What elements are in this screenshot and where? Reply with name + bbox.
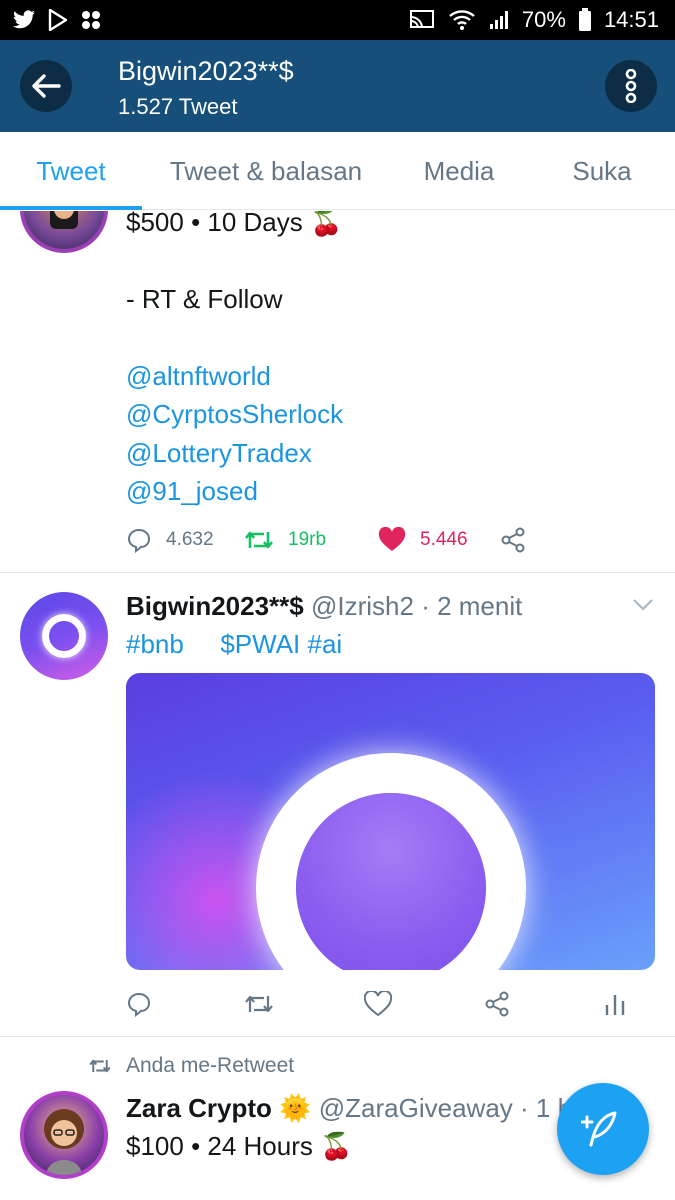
mention-link[interactable]: @altnftworld (126, 361, 271, 392)
cast-icon (409, 10, 434, 29)
share-icon (501, 527, 525, 553)
tweet-text-line: $100 • 24 Hours 🍒 (126, 1131, 353, 1161)
divider (0, 572, 675, 573)
battery-percent: 70% (521, 7, 566, 32)
battery-icon (578, 8, 591, 31)
tweet-count: 1.527 Tweet (118, 94, 238, 119)
author-handle[interactable]: @Izrish2 (311, 591, 414, 621)
tab-likes[interactable]: Suka (540, 132, 664, 210)
hashtag-link[interactable]: #ai (308, 629, 343, 659)
profile-tabs: Tweet Tweet & balasan Media Suka (0, 132, 675, 210)
tweet-header: Bigwin2023**$ @Izrish2 · 2 menit (126, 591, 522, 622)
twitter-icon (13, 10, 35, 29)
cashtag-link[interactable]: $PWAI (220, 629, 300, 659)
reply-icon (127, 528, 151, 553)
chevron-down-icon[interactable] (632, 598, 654, 612)
tweet-feed[interactable]: $500 • 10 Days 🍒 - RT & Follow @altnftwo… (0, 211, 675, 1200)
tweet-header: Zara Crypto 🌞 @ZaraGiveaway · 1 har (126, 1093, 595, 1124)
retweet-small-icon (89, 1059, 111, 1073)
analytics-button[interactable] (604, 991, 626, 1017)
avatar[interactable] (20, 211, 108, 253)
share-button[interactable] (500, 527, 526, 553)
heart-icon (364, 991, 392, 1017)
tweet-media-image[interactable] (126, 673, 655, 970)
signal-icon (489, 11, 508, 29)
retweet-icon (244, 531, 274, 549)
play-store-icon (48, 9, 68, 31)
more-vertical-icon (625, 69, 637, 103)
tab-tweet[interactable]: Tweet (0, 132, 142, 210)
heart-filled-icon (378, 527, 406, 551)
like-count: 5.446 (420, 529, 468, 550)
active-tab-indicator (0, 206, 142, 210)
like-button[interactable]: 5.446 (378, 527, 500, 553)
back-button[interactable] (20, 60, 72, 112)
reply-button[interactable]: 4.632 (126, 527, 244, 553)
retweet-button[interactable] (244, 992, 364, 1016)
arrow-left-icon (32, 74, 61, 98)
mention-link[interactable]: @CyrptosSherlock (126, 399, 343, 430)
tweet-actions: 4.632 19rb 5.446 (126, 527, 526, 553)
retweet-button[interactable]: 19rb (244, 528, 378, 552)
author-handle[interactable]: @ZaraGiveaway (319, 1093, 513, 1123)
avatar[interactable] (20, 592, 108, 680)
wifi-icon (449, 10, 475, 30)
divider (0, 1036, 675, 1037)
ring-logo (42, 614, 86, 658)
compose-tweet-button[interactable] (557, 1083, 649, 1175)
tab-tweet-and-replies[interactable]: Tweet & balasan (150, 132, 382, 210)
like-button[interactable] (364, 991, 484, 1017)
avatar[interactable] (20, 1091, 108, 1179)
profile-title: Bigwin2023**$ (118, 56, 294, 86)
avatar-cartoon-icon (50, 211, 78, 229)
tweet-time: · 2 menit (421, 591, 523, 621)
analytics-icon (605, 995, 625, 1015)
tweet-text-line: $500 • 10 Days 🍒 (126, 211, 343, 237)
mention-link[interactable]: @91_josed (126, 476, 258, 507)
tweet-text-line: - RT & Follow (126, 284, 283, 314)
avatar-cartoon-icon (44, 1109, 84, 1175)
retweet-icon (245, 995, 273, 1013)
reply-icon (127, 992, 151, 1017)
tweet-actions (126, 991, 626, 1017)
retweet-note: Anda me-Retweet (88, 1054, 294, 1078)
author-emoji: 🌞 (279, 1093, 312, 1123)
reply-count: 4.632 (166, 529, 214, 550)
author-name[interactable]: Bigwin2023**$ (126, 591, 304, 621)
retweet-note-label: Anda me-Retweet (126, 1054, 295, 1077)
hashtag-line: #bnb $PWAI #ai (126, 629, 342, 660)
apps-icon (82, 11, 100, 29)
clock: 14:51 (603, 7, 659, 32)
more-options-button[interactable] (605, 60, 657, 112)
status-bar: 70% 14:51 (0, 0, 675, 40)
tab-media[interactable]: Media (400, 132, 518, 210)
mention-link[interactable]: @LotteryTradex (126, 438, 312, 469)
profile-header: Bigwin2023**$ 1.527 Tweet (0, 40, 675, 132)
reply-button[interactable] (126, 991, 244, 1017)
compose-feather-icon (581, 1111, 617, 1147)
share-button[interactable] (484, 991, 604, 1017)
author-name[interactable]: Zara Crypto (126, 1093, 272, 1123)
share-icon (485, 991, 509, 1017)
retweet-count: 19rb (288, 529, 327, 550)
hashtag-link[interactable]: #bnb (126, 629, 184, 659)
